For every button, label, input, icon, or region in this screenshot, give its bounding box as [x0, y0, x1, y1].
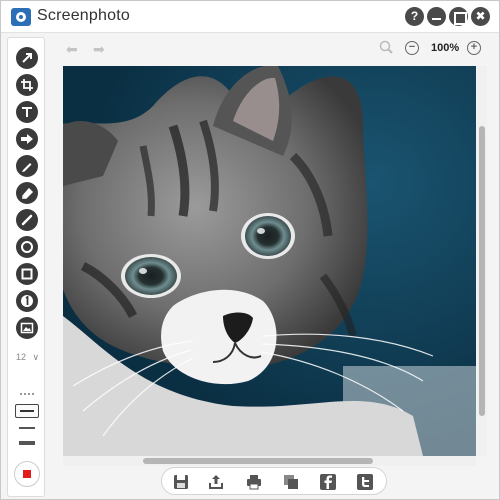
image-tool-icon[interactable] — [16, 317, 38, 339]
twitter-icon[interactable] — [356, 473, 374, 491]
font-size-selector[interactable]: 12 ∨ — [16, 352, 39, 363]
horizontal-scrollbar[interactable] — [63, 456, 476, 466]
facebook-icon[interactable] — [319, 473, 337, 491]
app-title: Screenphoto — [37, 7, 130, 24]
print-icon[interactable] — [245, 473, 263, 491]
upload-icon[interactable] — [207, 473, 225, 491]
highlighter-tool-icon[interactable] — [16, 182, 38, 204]
line-style-thick[interactable] — [19, 441, 35, 445]
zoom-in-button[interactable]: + — [467, 41, 481, 55]
ellipse-tool-icon[interactable] — [16, 236, 38, 258]
image-canvas[interactable] — [63, 66, 476, 456]
arrow-tool-icon[interactable] — [16, 47, 38, 69]
maximize-button[interactable] — [449, 7, 468, 26]
tool-palette: 12 ∨ — [7, 37, 45, 497]
chevron-down-icon: ∨ — [32, 352, 40, 362]
camera-app-icon — [11, 8, 31, 26]
redo-icon[interactable]: ➡ — [93, 41, 105, 58]
copy-icon[interactable] — [282, 473, 300, 491]
zoom-level: 100% — [431, 42, 460, 54]
action-bar — [161, 467, 387, 495]
shape-arrow-tool-icon[interactable] — [16, 128, 38, 150]
line-style-dotted[interactable] — [20, 393, 34, 395]
font-size-label: 12 — [16, 352, 27, 362]
kitten-photo — [63, 66, 476, 456]
horizontal-scroll-thumb[interactable] — [143, 458, 373, 464]
close-button[interactable]: ✖ — [471, 7, 490, 26]
line-style-thin[interactable] — [19, 427, 35, 429]
app-window: Screenphoto ? ✖ 12 ∨ ⬅ ➡ − 100% + — [0, 0, 500, 500]
vertical-scrollbar[interactable] — [477, 66, 487, 456]
rectangle-tool-icon[interactable] — [16, 263, 38, 285]
save-icon[interactable] — [172, 473, 190, 491]
vertical-scroll-thumb[interactable] — [479, 126, 485, 416]
crop-tool-icon[interactable] — [16, 74, 38, 96]
title-bar: Screenphoto ? ✖ — [1, 1, 499, 33]
help-button[interactable]: ? — [405, 7, 424, 26]
zoom-fit-icon[interactable] — [378, 39, 394, 55]
color-picker-button[interactable] — [14, 461, 40, 487]
line-tool-icon[interactable] — [16, 209, 38, 231]
line-style-selected[interactable] — [15, 404, 39, 418]
pen-tool-icon[interactable] — [16, 155, 38, 177]
text-tool-icon[interactable] — [16, 101, 38, 123]
number-tool-icon[interactable] — [16, 290, 38, 312]
minimize-button[interactable] — [427, 7, 446, 26]
undo-icon[interactable]: ⬅ — [66, 41, 78, 58]
zoom-out-button[interactable]: − — [405, 41, 419, 55]
